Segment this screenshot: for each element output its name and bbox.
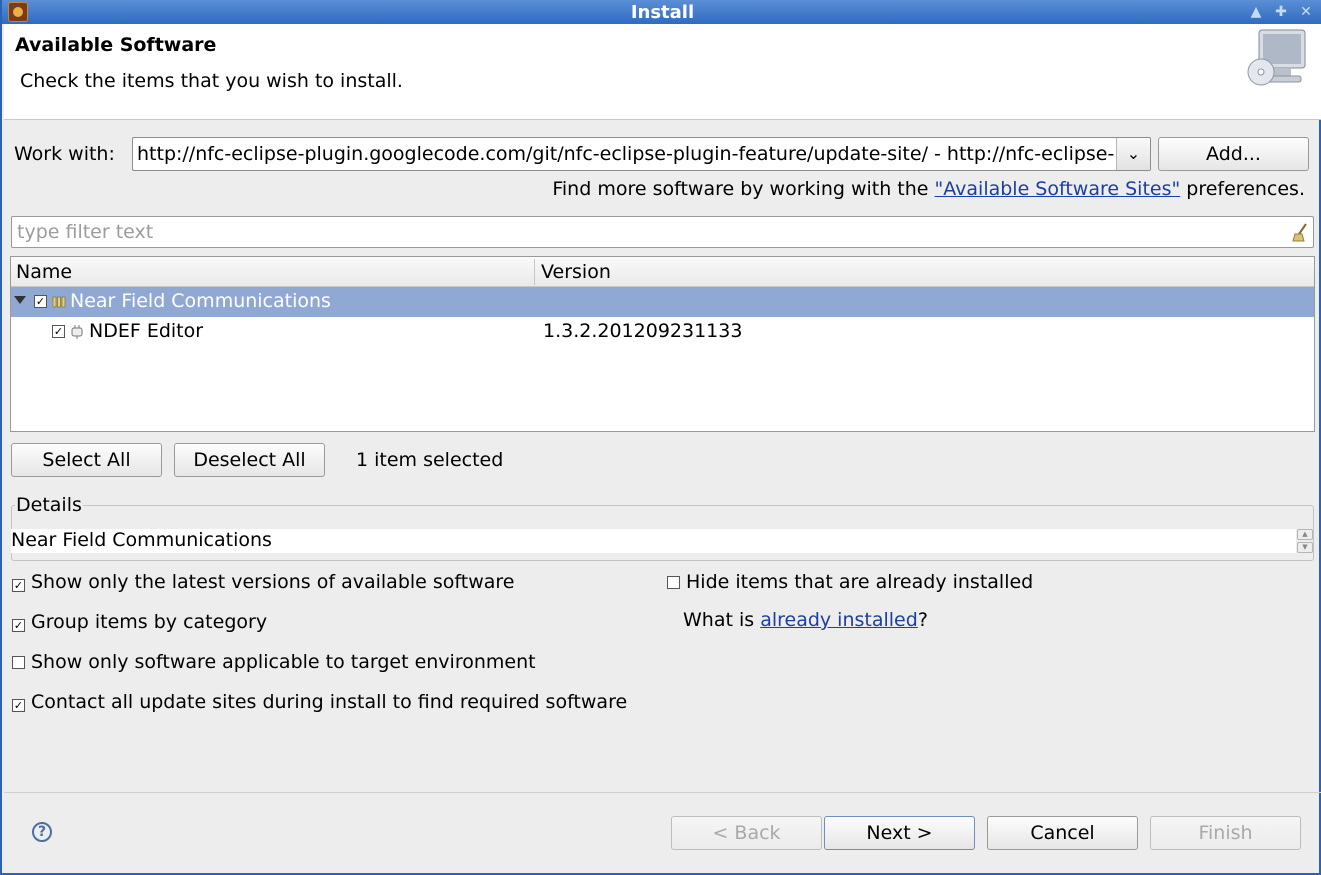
option-hide-installed[interactable]: Hide items that are already installed	[667, 571, 1033, 593]
latest-versions-checkbox[interactable]: ✓	[12, 579, 25, 592]
feature-plug-icon	[71, 325, 83, 339]
hide-installed-label: Hide items that are already installed	[686, 571, 1034, 593]
more-software-prefix: Find more software by working with the	[552, 178, 935, 200]
table-row[interactable]: ✓ NDEF Editor 1.3.2.201209231133	[11, 317, 1314, 347]
install-dialog: Install ▲ ✚ ✕ Available Software Check t…	[0, 0, 1321, 875]
cancel-button[interactable]: Cancel	[987, 816, 1138, 850]
column-separator[interactable]	[534, 259, 535, 285]
row-name: NDEF Editor	[89, 320, 204, 342]
category-icon	[52, 296, 66, 308]
details-text: Near Field Communications	[11, 529, 1296, 553]
hide-installed-checkbox[interactable]	[667, 576, 680, 589]
chevron-down-icon[interactable]: ⌄	[1116, 138, 1150, 170]
contact-sites-label: Contact all update sites during install …	[31, 691, 628, 713]
already-installed-link[interactable]: already installed	[760, 609, 918, 631]
selection-status: 1 item selected	[356, 449, 504, 471]
what-is-prefix: What is	[683, 609, 761, 631]
next-button[interactable]: Next >	[824, 816, 975, 850]
contact-sites-checkbox[interactable]: ✓	[12, 699, 25, 712]
scroll-down-icon[interactable]: ▼	[1297, 542, 1313, 553]
finish-button[interactable]: Finish	[1150, 816, 1301, 850]
work-with-value[interactable]: http://nfc-eclipse-plugin.googlecode.com…	[137, 143, 1117, 165]
option-latest-versions[interactable]: ✓ Show only the latest versions of availa…	[12, 571, 514, 593]
filter-input[interactable]	[15, 220, 1285, 244]
minimize-icon[interactable]: ▲	[1245, 3, 1267, 21]
maximize-icon[interactable]: ✚	[1270, 3, 1292, 21]
option-contact-sites[interactable]: ✓ Contact all update sites during install…	[12, 691, 627, 713]
more-software-text: Find more software by working with the "…	[552, 178, 1305, 200]
expand-arrow-icon[interactable]	[14, 296, 26, 304]
what-is-suffix: ?	[917, 609, 928, 631]
column-header-name[interactable]: Name	[16, 261, 72, 283]
row-version: 1.3.2.201209231133	[543, 320, 743, 342]
select-all-button[interactable]: Select All	[11, 443, 162, 477]
wizard-header: Available Software Check the items that …	[4, 24, 1321, 120]
option-group-by-category[interactable]: ✓ Group items by category	[12, 611, 267, 633]
details-scrollbar[interactable]: ▲ ▼	[1297, 529, 1313, 553]
scroll-up-icon[interactable]: ▲	[1297, 529, 1313, 540]
help-icon[interactable]: ?	[32, 822, 52, 842]
details-label: Details	[15, 494, 83, 516]
group-by-category-label: Group items by category	[31, 611, 268, 633]
work-with-combo[interactable]: http://nfc-eclipse-plugin.googlecode.com…	[132, 137, 1151, 171]
option-applicable-only[interactable]: Show only software applicable to target …	[12, 651, 536, 673]
row-checkbox[interactable]: ✓	[52, 325, 65, 338]
add-site-button[interactable]: Add...	[1158, 137, 1309, 171]
available-software-sites-link[interactable]: "Available Software Sites"	[935, 178, 1181, 200]
already-installed-text: What is already installed?	[683, 609, 928, 631]
software-tree-table[interactable]: Name Version ✓ Near Field Communications…	[10, 256, 1315, 432]
page-description: Check the items that you wish to install…	[20, 70, 403, 92]
back-button[interactable]: < Back	[671, 816, 822, 850]
footer-divider	[4, 792, 1321, 793]
column-header-version[interactable]: Version	[541, 261, 611, 283]
window-title: Install	[630, 2, 695, 23]
row-name: Near Field Communications	[70, 290, 331, 312]
table-row[interactable]: ✓ Near Field Communications	[11, 287, 1314, 317]
applicable-only-label: Show only software applicable to target …	[31, 651, 536, 673]
applicable-only-checkbox[interactable]	[12, 656, 25, 669]
page-title: Available Software	[15, 34, 217, 56]
install-monitor-icon	[1247, 29, 1306, 86]
deselect-all-button[interactable]: Deselect All	[174, 443, 325, 477]
work-with-label: Work with:	[14, 143, 115, 165]
row-checkbox[interactable]: ✓	[34, 295, 47, 308]
more-software-suffix: preferences.	[1180, 178, 1305, 200]
close-icon[interactable]: ✕	[1295, 3, 1317, 21]
clear-filter-icon[interactable]	[1292, 222, 1308, 242]
title-bar: Install ▲ ✚ ✕	[2, 0, 1321, 24]
filter-field[interactable]	[11, 216, 1314, 248]
table-header: Name Version	[11, 257, 1314, 287]
group-by-category-checkbox[interactable]: ✓	[12, 619, 25, 632]
latest-versions-label: Show only the latest versions of availab…	[31, 571, 515, 593]
